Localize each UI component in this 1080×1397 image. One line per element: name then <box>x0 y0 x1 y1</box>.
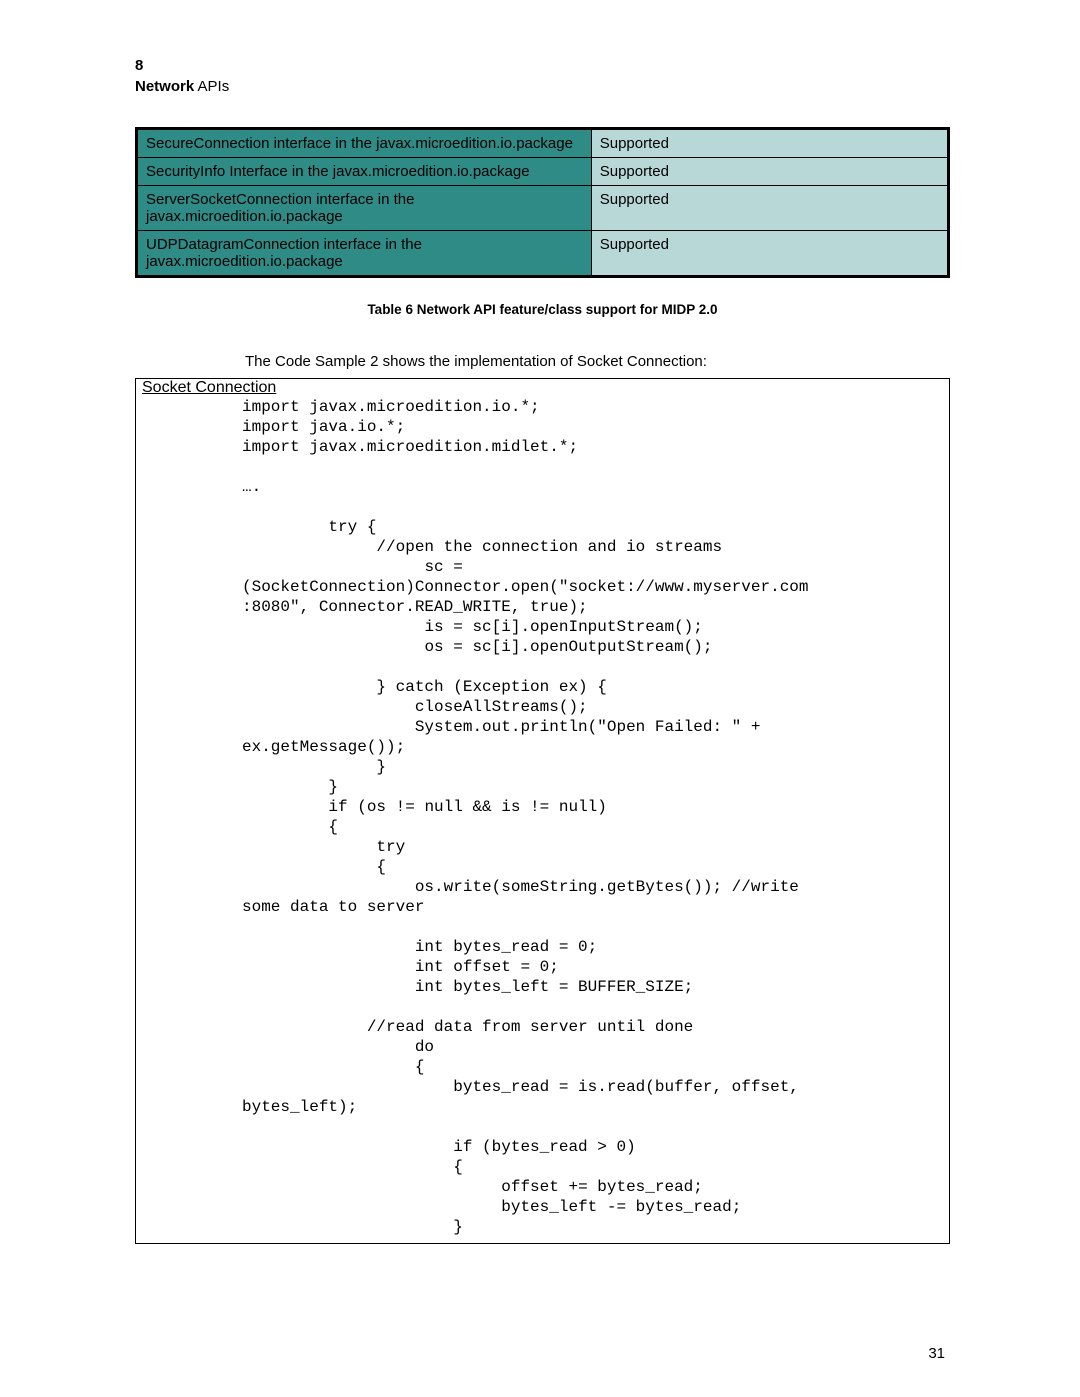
page-container: 8 Network APIs SecureConnection interfac… <box>0 0 1080 1397</box>
table-row: ServerSocketConnection interface in the … <box>137 186 949 231</box>
feature-cell: SecurityInfo Interface in the javax.micr… <box>137 158 592 186</box>
table-row: SecureConnection interface in the javax.… <box>137 129 949 158</box>
table-row: UDPDatagramConnection interface in the j… <box>137 231 949 277</box>
chapter-title-bold: Network <box>135 78 194 95</box>
table-row: SecurityInfo Interface in the javax.micr… <box>137 158 949 186</box>
code-sample-body: import javax.microedition.io.*; import j… <box>242 397 945 1237</box>
chapter-header: 8 Network APIs <box>135 55 950 97</box>
api-support-table: SecureConnection interface in the javax.… <box>135 127 950 278</box>
status-cell: Supported <box>591 186 948 231</box>
feature-cell: SecureConnection interface in the javax.… <box>137 129 592 158</box>
status-cell: Supported <box>591 231 948 277</box>
code-intro-text: The Code Sample 2 shows the implementati… <box>245 353 950 370</box>
chapter-title: Network APIs <box>135 76 950 97</box>
feature-cell: ServerSocketConnection interface in the … <box>137 186 592 231</box>
code-sample-box: Socket Connection import javax.microedit… <box>135 378 950 1244</box>
chapter-title-rest: APIs <box>194 78 229 95</box>
table-caption: Table 6 Network API feature/class suppor… <box>135 302 950 317</box>
feature-cell: UDPDatagramConnection interface in the j… <box>137 231 592 277</box>
code-sample-title: Socket Connection <box>142 379 945 397</box>
status-cell: Supported <box>591 158 948 186</box>
status-cell: Supported <box>591 129 948 158</box>
page-number: 31 <box>928 1345 945 1362</box>
chapter-number: 8 <box>135 55 950 76</box>
